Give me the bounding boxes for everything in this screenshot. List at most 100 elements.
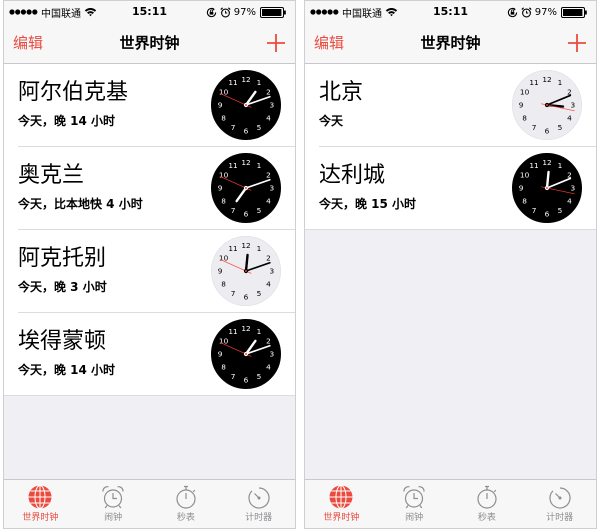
edit-button[interactable]: 编辑 xyxy=(13,23,43,63)
page-title: 世界时钟 xyxy=(119,34,180,52)
clock-numeral: 1 xyxy=(257,78,262,87)
time-offset: 今天 xyxy=(319,114,344,128)
clock-numeral: 12 xyxy=(241,241,250,250)
add-icon xyxy=(568,34,586,52)
tab-world-clock[interactable]: 世界时钟 xyxy=(4,480,77,528)
battery-percent: 97% xyxy=(534,6,557,18)
clock-numeral: 12 xyxy=(241,158,250,167)
clock-numeral: 9 xyxy=(218,184,223,193)
clock-numeral: 4 xyxy=(266,280,271,289)
clock-numeral: 11 xyxy=(228,327,237,336)
analog-clock: 1234567891011 12 xyxy=(211,319,281,389)
tab-label: 世界时钟 xyxy=(22,513,59,523)
clock-numeral: 12 xyxy=(542,75,551,84)
clock-center-pin xyxy=(245,353,247,355)
tab-alarm[interactable]: 闹钟 xyxy=(378,480,451,528)
clock-numeral: 10 xyxy=(520,88,530,97)
tab-stopwatch[interactable]: 秒表 xyxy=(451,480,524,528)
clock-numeral: 8 xyxy=(522,114,527,123)
clock-numeral: 3 xyxy=(270,350,275,359)
clock-center-pin xyxy=(245,104,247,106)
city-row[interactable]: 阿尔伯克基 今天，晚 14 小时 1 2 3 4 5 6 7 8 9 10 11 12 xyxy=(4,64,295,147)
clock-numeral: 3 xyxy=(270,101,275,110)
clock-numeral: 2 xyxy=(266,88,271,97)
clock-numeral: 4 xyxy=(567,197,572,206)
clock-numeral: 9 xyxy=(218,101,223,110)
status-right: 97% xyxy=(507,1,588,23)
clock-numeral: 9 xyxy=(218,350,223,359)
analog-clock: 1234567891011 12 xyxy=(512,153,582,223)
time-offset: 今天，比本地快 4 小时 xyxy=(18,197,143,211)
clock-numeral: 1 xyxy=(558,161,563,170)
clock-numeral: 6 xyxy=(545,127,550,136)
alarm-icon xyxy=(521,6,532,17)
carrier-label: 中国联通 xyxy=(41,8,81,20)
alarm-clock-icon xyxy=(102,486,124,509)
city-name: 埃得蒙顿 xyxy=(18,329,107,354)
hour-hand xyxy=(244,253,249,273)
stopwatch-icon xyxy=(477,485,497,509)
clock-numeral: 2 xyxy=(266,254,271,263)
clock-numeral: 7 xyxy=(231,372,236,381)
rotation-lock-icon xyxy=(206,7,216,17)
status-time: 15:11 xyxy=(131,5,167,18)
clock-numeral: 7 xyxy=(532,123,537,132)
clock-numeral: 2 xyxy=(266,171,271,180)
tab-timer[interactable]: 计时器 xyxy=(523,480,596,528)
clock-numeral: 1 xyxy=(257,327,262,336)
status-right: 97% xyxy=(206,1,287,23)
tab-label: 世界时钟 xyxy=(323,513,360,523)
clock-numeral: 8 xyxy=(221,363,226,372)
tab-timer[interactable]: 计时器 xyxy=(222,480,295,528)
time-offset: 今天，晚 14 小时 xyxy=(18,363,116,377)
battery-percent: 97% xyxy=(233,6,256,18)
tab-label: 闹钟 xyxy=(104,513,123,523)
status-time: 15:11 xyxy=(432,5,468,18)
clock-numeral: 7 xyxy=(231,206,236,215)
tab-stopwatch[interactable]: 秒表 xyxy=(150,480,223,528)
clock-numeral: 11 xyxy=(529,161,538,170)
clock-numeral: 1 xyxy=(257,161,262,170)
clock-numeral: 5 xyxy=(257,123,262,132)
phone-screen-right: 15:11 中国联通 97% 编辑 世界时钟 北京 今天 1 2 3 4 5 6… xyxy=(304,0,597,529)
clock-numeral: 6 xyxy=(244,210,249,219)
city-name: 奥克兰 xyxy=(18,163,85,188)
clock-numeral: 7 xyxy=(532,206,537,215)
clock-numeral: 7 xyxy=(231,289,236,298)
city-name: 阿尔伯克基 xyxy=(18,80,129,105)
tab-label: 计时器 xyxy=(546,513,574,523)
tab-label: 秒表 xyxy=(477,513,496,523)
alarm-icon xyxy=(220,6,231,17)
clock-numeral: 6 xyxy=(244,127,249,136)
city-list: 阿尔伯克基 今天，晚 14 小时 1 2 3 4 5 6 7 8 9 10 11 12 奥克兰 今天，… xyxy=(4,64,295,396)
city-row[interactable]: 北京 今天 1 2 3 4 5 6 7 8 9 10 11 12 xyxy=(305,64,596,147)
time-offset: 今天，晚 15 小时 xyxy=(319,197,417,211)
clock-numeral: 8 xyxy=(221,114,226,123)
edit-button[interactable]: 编辑 xyxy=(314,23,344,63)
city-row[interactable]: 阿克托别 今天，晚 3 小时 1 2 3 4 5 6 7 8 9 10 11 12 xyxy=(4,230,295,313)
tab-alarm[interactable]: 闹钟 xyxy=(77,480,150,528)
clock-numeral: 4 xyxy=(567,114,572,123)
city-row[interactable]: 奥克兰 今天，比本地快 4 小时 1 2 3 4 5 6 7 8 9 10 11 12 xyxy=(4,147,295,230)
status-bar: 15:11 中国联通 97% xyxy=(305,1,596,23)
add-city-button[interactable] xyxy=(567,33,587,53)
tab-world-clock[interactable]: 世界时钟 xyxy=(305,480,378,528)
nav-bar: 编辑 世界时钟 xyxy=(4,23,295,64)
clock-center-pin xyxy=(245,187,247,189)
clock-numeral: 8 xyxy=(221,280,226,289)
clock-numeral: 5 xyxy=(558,123,563,132)
tab-label: 秒表 xyxy=(176,513,195,523)
status-bar: 15:11 中国联通 97% xyxy=(4,1,295,23)
signal-icon xyxy=(310,9,339,15)
city-row[interactable]: 达利城 今天，晚 15 小时 1 2 3 4 5 6 7 8 9 10 11 12 xyxy=(305,147,596,230)
clock-center-pin xyxy=(245,270,247,272)
page-title: 世界时钟 xyxy=(420,34,481,52)
clock-numeral: 5 xyxy=(257,289,262,298)
time-offset: 今天，晚 3 小时 xyxy=(18,280,107,294)
hour-hand xyxy=(545,170,550,190)
add-city-button[interactable] xyxy=(266,33,286,53)
analog-clock: 1234567891011 12 xyxy=(211,236,281,306)
analog-clock: 1234567891011 12 xyxy=(211,153,281,223)
city-row[interactable]: 埃得蒙顿 今天，晚 14 小时 1 2 3 4 5 6 7 8 9 10 11 12 xyxy=(4,313,295,396)
signal-icon xyxy=(9,9,38,15)
